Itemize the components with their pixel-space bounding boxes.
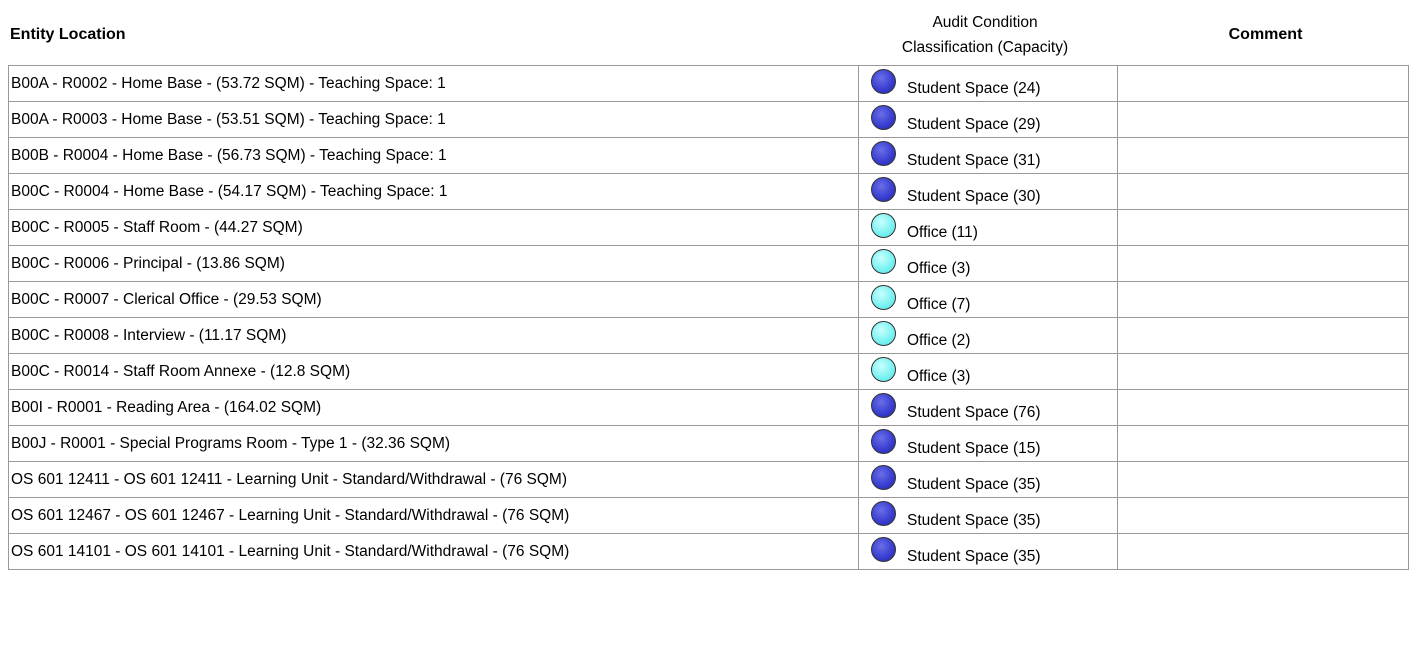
header-classification: Audit Condition Classification (Capacity… [856, 10, 1114, 60]
comment-cell [1117, 101, 1409, 138]
student-space-status-circle-icon [871, 69, 896, 94]
audit-table-body: B00A - R0002 - Home Base - (53.72 SQM) -… [8, 65, 1409, 570]
table-row: B00C - R0005 - Staff Room - (44.27 SQM) O… [8, 209, 1409, 246]
header-comment: Comment [1228, 26, 1303, 43]
entity-location-cell: OS 601 12411 - OS 601 12411 - Learning U… [8, 461, 859, 498]
classification-cell: Student Space (35) [858, 461, 1118, 498]
office-status-circle-icon [871, 285, 896, 310]
comment-cell [1117, 65, 1409, 102]
entity-location-cell: B00C - R0014 - Staff Room Annexe - (12.8… [8, 353, 859, 390]
classification-label: Student Space (29) [907, 116, 1041, 133]
comment-cell [1117, 317, 1409, 354]
table-row: B00B - R0004 - Home Base - (56.73 SQM) -… [8, 137, 1409, 174]
classification-cell: Student Space (35) [858, 497, 1118, 534]
table-row: B00C - R0004 - Home Base - (54.17 SQM) -… [8, 173, 1409, 210]
comment-cell [1117, 461, 1409, 498]
comment-cell [1117, 425, 1409, 462]
table-row: B00A - R0003 - Home Base - (53.51 SQM) -… [8, 101, 1409, 138]
student-space-status-circle-icon [871, 177, 896, 202]
classification-cell: Student Space (31) [858, 137, 1118, 174]
classification-label: Student Space (35) [907, 476, 1041, 493]
entity-location-cell: OS 601 14101 - OS 601 14101 - Learning U… [8, 533, 859, 570]
entity-location-cell: B00C - R0006 - Principal - (13.86 SQM) [8, 245, 859, 282]
entity-location-cell: B00C - R0007 - Clerical Office - (29.53 … [8, 281, 859, 318]
classification-label: Office (7) [907, 296, 971, 313]
entity-location-cell: B00C - R0005 - Staff Room - (44.27 SQM) [8, 209, 859, 246]
classification-cell: Student Space (76) [858, 389, 1118, 426]
entity-location-cell: B00C - R0004 - Home Base - (54.17 SQM) -… [8, 173, 859, 210]
entity-location-cell: B00C - R0008 - Interview - (11.17 SQM) [8, 317, 859, 354]
student-space-status-circle-icon [871, 393, 896, 418]
table-row: B00J - R0001 - Special Programs Room - T… [8, 425, 1409, 462]
classification-label: Student Space (35) [907, 548, 1041, 565]
classification-label: Student Space (24) [907, 80, 1041, 97]
student-space-status-circle-icon [871, 105, 896, 130]
classification-cell: Student Space (29) [858, 101, 1118, 138]
entity-location-cell: B00I - R0001 - Reading Area - (164.02 SQ… [8, 389, 859, 426]
classification-label: Student Space (76) [907, 404, 1041, 421]
table-row: B00C - R0006 - Principal - (13.86 SQM) Of… [8, 245, 1409, 282]
table-row: OS 601 14101 - OS 601 14101 - Learning U… [8, 533, 1409, 570]
office-status-circle-icon [871, 357, 896, 382]
header-classification-line1: Audit Condition [932, 14, 1038, 31]
comment-cell [1117, 533, 1409, 570]
comment-cell [1117, 245, 1409, 282]
entity-location-cell: B00A - R0003 - Home Base - (53.51 SQM) -… [8, 101, 859, 138]
table-row: B00C - R0008 - Interview - (11.17 SQM) Of… [8, 317, 1409, 354]
entity-location-cell: B00J - R0001 - Special Programs Room - T… [8, 425, 859, 462]
classification-cell: Office (3) [858, 353, 1118, 390]
entity-location-cell: B00A - R0002 - Home Base - (53.72 SQM) -… [8, 65, 859, 102]
comment-cell [1117, 137, 1409, 174]
classification-cell: Student Space (30) [858, 173, 1118, 210]
table-row: OS 601 12467 - OS 601 12467 - Learning U… [8, 497, 1409, 534]
classification-cell: Student Space (24) [858, 65, 1118, 102]
student-space-status-circle-icon [871, 141, 896, 166]
classification-label: Office (2) [907, 332, 971, 349]
classification-label: Office (11) [907, 224, 978, 241]
classification-cell: Office (2) [858, 317, 1118, 354]
comment-cell [1117, 281, 1409, 318]
classification-label: Student Space (15) [907, 440, 1041, 457]
header-entity-location: Entity Location [10, 26, 126, 43]
table-row: B00C - R0014 - Staff Room Annexe - (12.8… [8, 353, 1409, 390]
entity-location-cell: OS 601 12467 - OS 601 12467 - Learning U… [8, 497, 859, 534]
student-space-status-circle-icon [871, 501, 896, 526]
student-space-status-circle-icon [871, 429, 896, 454]
office-status-circle-icon [871, 249, 896, 274]
office-status-circle-icon [871, 321, 896, 346]
office-status-circle-icon [871, 213, 896, 238]
classification-cell: Student Space (35) [858, 533, 1118, 570]
classification-cell: Office (11) [858, 209, 1118, 246]
comment-cell [1117, 173, 1409, 210]
comment-cell [1117, 209, 1409, 246]
table-header: Entity Location Audit Condition Classifi… [8, 8, 1417, 65]
classification-label: Office (3) [907, 260, 971, 277]
comment-cell [1117, 389, 1409, 426]
table-row: B00I - R0001 - Reading Area - (164.02 SQ… [8, 389, 1409, 426]
student-space-status-circle-icon [871, 465, 896, 490]
classification-cell: Office (7) [858, 281, 1118, 318]
audit-table: B00A - R0002 - Home Base - (53.72 SQM) -… [8, 65, 1409, 570]
entity-location-cell: B00B - R0004 - Home Base - (56.73 SQM) -… [8, 137, 859, 174]
table-row: B00C - R0007 - Clerical Office - (29.53 … [8, 281, 1409, 318]
student-space-status-circle-icon [871, 537, 896, 562]
classification-label: Student Space (30) [907, 188, 1041, 205]
comment-cell [1117, 497, 1409, 534]
classification-label: Office (3) [907, 368, 971, 385]
comment-cell [1117, 353, 1409, 390]
header-classification-line2: Classification (Capacity) [901, 39, 1069, 56]
classification-label: Student Space (35) [907, 512, 1041, 529]
classification-cell: Student Space (15) [858, 425, 1118, 462]
classification-label: Student Space (31) [907, 152, 1041, 169]
classification-cell: Office (3) [858, 245, 1118, 282]
table-row: OS 601 12411 - OS 601 12411 - Learning U… [8, 461, 1409, 498]
audit-report: Entity Location Audit Condition Classifi… [8, 8, 1417, 570]
table-row: B00A - R0002 - Home Base - (53.72 SQM) -… [8, 65, 1409, 102]
